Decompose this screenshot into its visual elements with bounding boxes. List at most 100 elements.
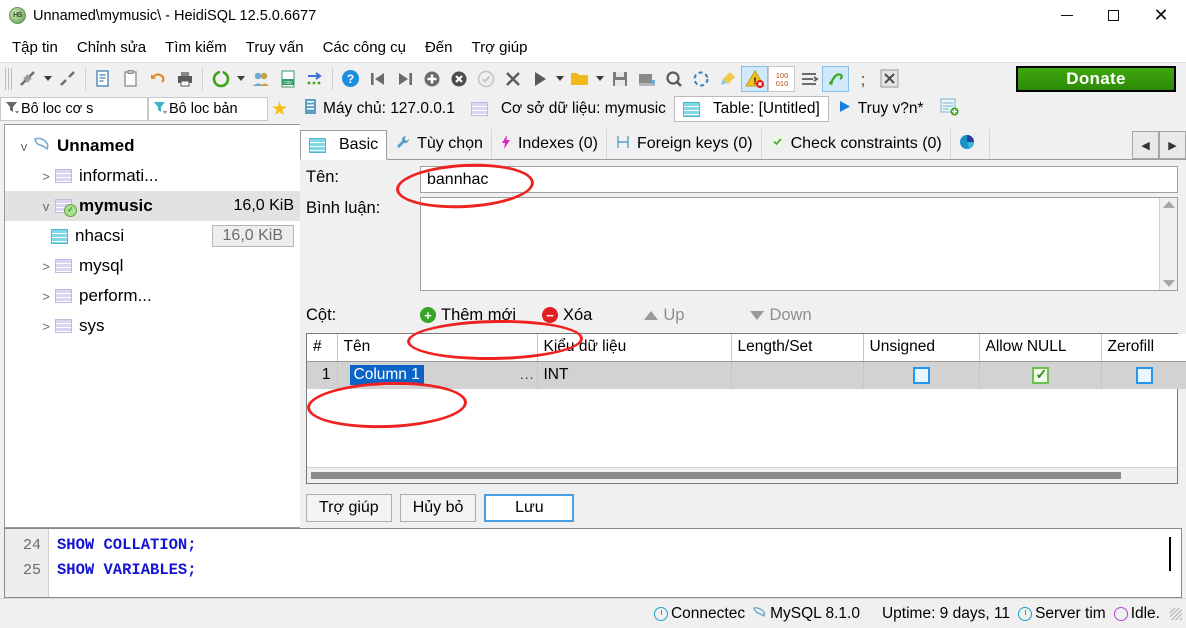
wrap-lines-icon[interactable] [795,66,822,92]
sql-log-text[interactable]: SHOW COLLATION; SHOW VARIABLES; [49,529,1181,597]
tab-options[interactable]: Tùy chọn [387,129,492,159]
move-column-up-button[interactable]: Up [644,306,684,325]
chevron-right-icon[interactable]: > [37,169,55,184]
column-header-allow-null[interactable]: Allow NULL [979,334,1102,362]
import-arrow-icon[interactable] [301,66,328,92]
cancel-button[interactable]: Hủy bỏ [399,494,477,522]
cancel-x-icon[interactable] [499,66,526,92]
star-icon[interactable]: ★ [271,98,288,121]
tab-scroll-right-button[interactable]: ▶ [1159,131,1186,159]
table-row[interactable]: 1 Column 1 ... INT [307,361,1186,389]
add-record-icon[interactable] [418,66,445,92]
close-tab-x-icon[interactable] [876,66,903,92]
scroll-up-arrow-icon[interactable] [1162,201,1175,208]
tree-node-mymusic[interactable]: v mymusic 16,0 KiB [5,191,300,221]
table-filter-button[interactable]: Bô loc bản [148,97,268,121]
window-resize-grip[interactable] [1170,607,1182,620]
replace-icon[interactable] [687,66,714,92]
column-header-name[interactable]: Tên [337,334,538,362]
undo-arrow-icon[interactable] [144,66,171,92]
comment-text[interactable] [421,198,1159,290]
chevron-down-icon[interactable]: v [37,199,55,214]
column-name-ellipsis-button[interactable]: ... [520,366,535,382]
first-record-icon[interactable] [364,66,391,92]
help-button[interactable]: Trợ giúp [306,494,392,522]
close-button[interactable]: ✕ [1136,0,1186,32]
refresh-icon[interactable] [207,66,234,92]
scrollbar-thumb[interactable] [311,472,1122,479]
menu-item-search[interactable]: Tìm kiếm [165,39,227,56]
find-magnifier-icon[interactable] [660,66,687,92]
tab-scroll-left-button[interactable]: ◀ [1132,131,1159,159]
breadcrumb-database[interactable]: Cơ sở dữ liệu: mymusic [463,96,674,122]
maximize-button[interactable] [1090,0,1136,32]
open-folder-icon[interactable] [566,66,593,92]
tree-node-mysql[interactable]: > mysql [5,251,300,281]
tree-node-nhacsi[interactable]: nhacsi 16,0 KiB [5,221,300,251]
copy-page-icon[interactable] [90,66,117,92]
cell-unsigned[interactable] [863,361,980,389]
menu-item-edit[interactable]: Chỉnh sửa [77,39,146,56]
users-icon[interactable] [247,66,274,92]
column-header-datatype[interactable]: Kiểu dữ liệu [537,334,732,362]
cell-length[interactable] [731,361,864,389]
delete-column-button[interactable]: − Xóa [542,306,592,325]
table-comment-textarea[interactable] [420,197,1178,291]
run-play-icon[interactable] [526,66,553,92]
cell-column-name[interactable]: Column 1 ... [337,361,538,389]
print-icon[interactable] [171,66,198,92]
column-header-length[interactable]: Length/Set [731,334,864,362]
zerofill-checkbox[interactable] [1135,366,1153,384]
chevron-right-icon[interactable]: > [37,289,55,304]
help-question-icon[interactable]: ? [337,66,364,92]
cell-allow-null[interactable] [979,361,1102,389]
format-sql-icon[interactable] [822,65,849,92]
column-header-zerofill[interactable]: Zerofill [1101,334,1186,362]
menu-item-query[interactable]: Truy vấn [246,39,304,56]
chevron-right-icon[interactable]: > [37,259,55,274]
breadcrumb-host[interactable]: Máy chủ: 127.0.0.1 [296,96,463,122]
table-name-input[interactable] [420,166,1178,193]
chevron-right-icon[interactable]: > [37,319,55,334]
scroll-down-arrow-icon[interactable] [1162,280,1175,287]
add-column-button[interactable]: + Thêm mới [420,306,516,325]
tab-partitions[interactable] [951,129,990,159]
tree-node-sys[interactable]: > sys [5,311,300,341]
semicolon-icon[interactable]: ; [849,66,876,92]
breadcrumb-query[interactable]: Truy v?n* [829,96,932,122]
folder-dropdown-caret[interactable] [593,66,606,92]
tab-indexes[interactable]: Indexes (0) [492,129,607,159]
binary-100-010-icon[interactable]: 100 010 [768,65,795,92]
save-button[interactable]: Lưu [484,494,575,522]
allow-null-checkbox[interactable] [1031,366,1049,384]
comment-vertical-scrollbar[interactable] [1159,198,1177,290]
column-header-unsigned[interactable]: Unsigned [863,334,980,362]
apply-check-icon[interactable] [472,66,499,92]
warning-stop-icon[interactable]: ! [741,65,768,92]
grid-horizontal-scrollbar[interactable] [307,467,1177,483]
clean-brush-icon[interactable] [714,66,741,92]
menu-item-help[interactable]: Trợ giúp [472,39,528,56]
tree-node-performance-schema[interactable]: > perform... [5,281,300,311]
last-record-icon[interactable] [391,66,418,92]
delete-record-icon[interactable] [445,66,472,92]
tree-node-unnamed[interactable]: v Unnamed [5,131,300,161]
tree-node-information-schema[interactable]: > informati... [5,161,300,191]
menu-item-file[interactable]: Tập tin [12,39,58,56]
breadcrumb-table[interactable]: Table: [Untitled] [673,96,829,122]
unsigned-checkbox[interactable] [912,366,930,384]
chevron-down-icon[interactable]: v [15,139,33,154]
move-column-down-button[interactable]: Down [750,306,812,325]
save-floppy-icon[interactable] [606,66,633,92]
run-dropdown-caret[interactable] [553,66,566,92]
menu-item-goto[interactable]: Đến [425,39,453,56]
sql-log-panel[interactable]: 24 25 SHOW COLLATION; SHOW VARIABLES; [4,528,1182,598]
column-header-num[interactable]: # [307,334,338,362]
cell-datatype[interactable]: INT [537,361,732,389]
new-query-tab-button[interactable] [932,96,967,122]
tab-basic[interactable]: Basic [300,130,388,160]
database-filter-button[interactable]: Bô loc cơ s [0,97,148,121]
column-name-value[interactable]: Column 1 [349,365,424,386]
tab-foreign-keys[interactable]: Foreign keys (0) [607,129,762,159]
toolbar-grip[interactable] [5,67,12,90]
